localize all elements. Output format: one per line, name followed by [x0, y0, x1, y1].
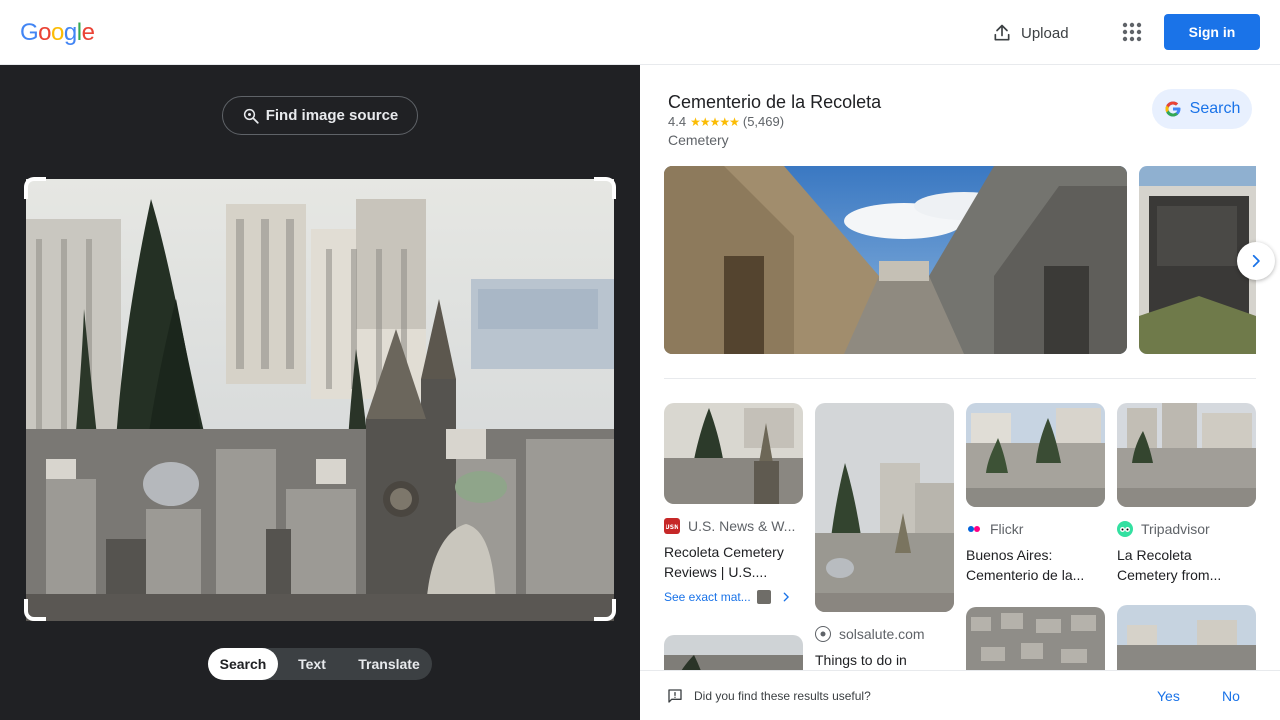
result-source-name: U.S. News & W...	[688, 518, 796, 534]
result-source-name: solsalute.com	[839, 626, 925, 642]
result-thumbnail[interactable]	[815, 403, 954, 612]
usnews-favicon-icon: USN	[664, 518, 680, 534]
upload-button[interactable]: Upload	[992, 20, 1069, 46]
result-source-name: Flickr	[990, 521, 1024, 537]
flickr-favicon-icon	[966, 521, 982, 537]
crop-handle-top-left[interactable]	[24, 177, 46, 199]
see-exact-matches-link[interactable]: See exact mat...	[664, 590, 803, 604]
result-source: Flickr	[966, 521, 1105, 537]
mode-tab-translate[interactable]: Translate	[346, 648, 432, 680]
chevron-right-icon	[1252, 254, 1260, 268]
result-thumbnail[interactable]	[966, 403, 1105, 507]
place-photo[interactable]	[664, 166, 1127, 354]
mode-switcher: Search Text Translate	[208, 648, 432, 680]
google-search-button[interactable]: Search	[1152, 89, 1252, 129]
uploaded-image[interactable]	[26, 179, 614, 621]
result-source: Tripadvisor	[1117, 521, 1256, 537]
feedback-question: Did you find these results useful?	[694, 689, 871, 703]
feedback-bar: Did you find these results useful? Yes N…	[640, 670, 1280, 720]
section-divider	[664, 378, 1256, 379]
result-title[interactable]: Buenos Aires: Cementerio de la...	[966, 545, 1105, 585]
visual-match-card[interactable]: Flickr Buenos Aires: Cementerio de la...	[966, 403, 1105, 585]
google-logo[interactable]: Google	[20, 19, 95, 47]
feedback-yes-button[interactable]: Yes	[1157, 688, 1180, 704]
crop-handle-top-right[interactable]	[594, 177, 616, 199]
star-rating-icon: ★★★★★	[690, 114, 740, 129]
results-pane: Cementerio de la Recoleta 4.4 ★★★★★ (5,4…	[640, 65, 1280, 720]
result-thumbnail[interactable]	[664, 403, 803, 504]
visual-match-card[interactable]: USN U.S. News & W... Recoleta Cemetery R…	[664, 403, 803, 604]
upload-icon	[994, 24, 1010, 41]
result-source: USN U.S. News & W...	[664, 518, 803, 534]
sign-in-button[interactable]: Sign in	[1164, 14, 1260, 50]
visual-match-card[interactable]: solsalute.com Things to do in	[815, 403, 954, 670]
chevron-right-icon	[783, 592, 789, 602]
find-image-source-label: Find image source	[265, 107, 399, 124]
visual-match-card[interactable]: Tripadvisor La Recoleta Cemetery from...	[1117, 403, 1256, 585]
review-count: (5,469)	[742, 114, 785, 129]
place-rating: 4.4 ★★★★★ (5,469)	[668, 114, 784, 129]
exact-match-label: See exact mat...	[664, 590, 751, 604]
search-button-label: Search	[1189, 100, 1241, 117]
find-image-source-button[interactable]: Find image source	[222, 96, 418, 135]
crop-handle-bottom-left[interactable]	[24, 599, 46, 621]
exact-match-thumbnail	[756, 590, 771, 604]
solsalute-favicon-icon	[815, 626, 831, 642]
tripadvisor-favicon-icon	[1117, 521, 1133, 537]
rating-value: 4.4	[668, 114, 687, 129]
image-pane: Find image source Search Text Translate	[0, 65, 640, 720]
result-title[interactable]: La Recoleta Cemetery from...	[1117, 545, 1256, 585]
top-bar: Google Upload Sign in	[0, 0, 1280, 65]
mode-tab-text[interactable]: Text	[278, 648, 346, 680]
mode-tab-search[interactable]: Search	[208, 648, 278, 680]
upload-label: Upload	[1021, 24, 1069, 42]
result-title[interactable]: Recoleta Cemetery Reviews | U.S....	[664, 542, 803, 582]
result-thumbnail[interactable]	[1117, 403, 1256, 507]
result-source: solsalute.com	[815, 626, 954, 642]
result-source-name: Tripadvisor	[1141, 521, 1210, 537]
lens-search-icon	[243, 108, 259, 124]
google-g-icon	[1165, 101, 1181, 117]
feedback-icon	[668, 689, 682, 703]
place-title[interactable]: Cementerio de la Recoleta	[668, 92, 881, 113]
next-photo-button[interactable]	[1237, 242, 1275, 280]
crop-handle-bottom-right[interactable]	[594, 599, 616, 621]
svg-text:USN: USN	[666, 524, 678, 531]
apps-grid-icon[interactable]	[1120, 20, 1144, 44]
place-type: Cemetery	[668, 132, 729, 148]
feedback-no-button[interactable]: No	[1222, 688, 1240, 704]
result-title[interactable]: Things to do in	[815, 650, 954, 670]
